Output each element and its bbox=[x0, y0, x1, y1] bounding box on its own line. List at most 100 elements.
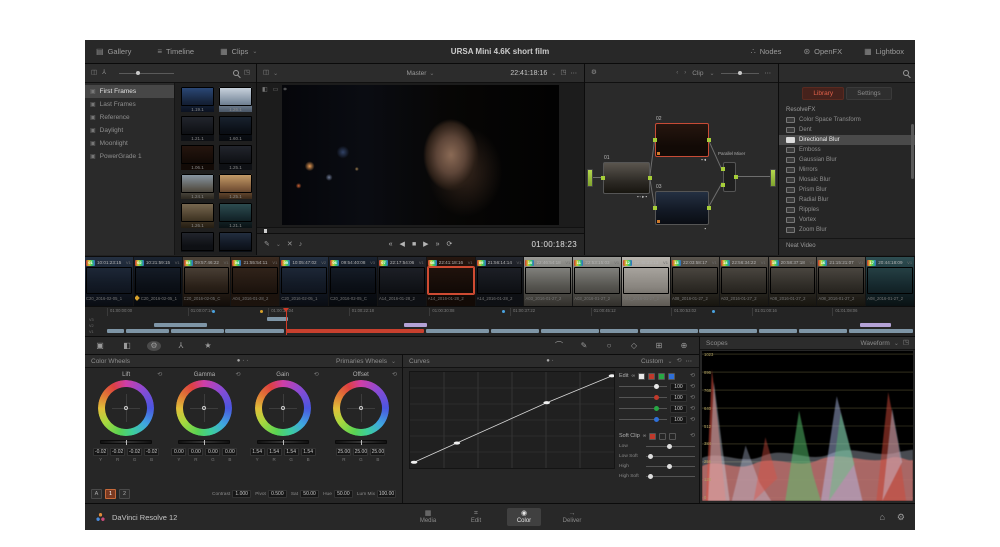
openfx-tab[interactable]: Settings bbox=[846, 87, 892, 100]
pagination-dots[interactable]: ●·· bbox=[237, 358, 251, 364]
lightbox-view-icon[interactable]: ★ bbox=[201, 342, 215, 350]
value-box[interactable]: 1.54 bbox=[284, 448, 299, 456]
openfx-item[interactable]: Mirrors bbox=[779, 165, 915, 175]
timeline-segment[interactable] bbox=[699, 329, 757, 333]
channel-slider[interactable] bbox=[619, 386, 667, 387]
still-thumbnail[interactable] bbox=[181, 116, 214, 135]
reset-icon[interactable]: ⟲ bbox=[690, 373, 695, 379]
clip-thumbnail[interactable] bbox=[232, 267, 278, 294]
timeline-segment[interactable] bbox=[426, 329, 489, 333]
reset-icon[interactable]: ⟲ bbox=[690, 395, 695, 401]
audio-mute-icon[interactable]: ♪ bbox=[299, 241, 303, 248]
clip-thumbnail[interactable] bbox=[770, 267, 816, 294]
node-output-port[interactable] bbox=[707, 206, 711, 210]
search-icon[interactable] bbox=[903, 70, 909, 76]
scrollbar[interactable] bbox=[911, 124, 914, 179]
node-input-port[interactable] bbox=[653, 206, 657, 210]
split-screen-icon[interactable]: ◧ bbox=[120, 342, 134, 350]
curve-tool-icon[interactable]: ⌒ bbox=[552, 342, 566, 350]
openfx-item[interactable]: Mosaic Blur bbox=[779, 175, 915, 185]
gallery-still[interactable]: 1.26.1 bbox=[219, 87, 252, 112]
option-box[interactable] bbox=[669, 433, 676, 440]
option-box[interactable] bbox=[659, 433, 666, 440]
openfx-item[interactable]: Directional Blur bbox=[779, 135, 915, 145]
timeline-tracks[interactable] bbox=[107, 317, 913, 335]
reset-icon[interactable]: ⟲ bbox=[392, 372, 397, 378]
timeline-segment[interactable] bbox=[640, 329, 698, 333]
softclip-slider[interactable] bbox=[646, 446, 695, 447]
still-thumbnail[interactable] bbox=[219, 203, 252, 222]
gallery-still[interactable] bbox=[181, 232, 214, 252]
clip-thumbnail[interactable] bbox=[428, 267, 474, 294]
C20_2016-02-05_1[interactable]: 05 10:05:47:02 V2 C20_2016-02-05_1 bbox=[280, 257, 329, 306]
reset-icon[interactable]: ⟲ bbox=[690, 384, 695, 390]
softclip-slider[interactable] bbox=[646, 476, 695, 477]
openfx-item[interactable]: Radial Blur bbox=[779, 195, 915, 205]
clip-thumbnail[interactable] bbox=[574, 267, 620, 294]
curve-point[interactable] bbox=[543, 401, 550, 404]
gallery-still[interactable]: 1.21.1 bbox=[181, 116, 214, 141]
gallery-still[interactable] bbox=[219, 232, 252, 252]
loop-icon[interactable]: ⟳ bbox=[446, 241, 452, 248]
wheel-control[interactable] bbox=[255, 380, 311, 436]
C20_2016-02-05_1[interactable]: 01 10:01:23:15 V1 C20_2016-02-05_1 bbox=[85, 257, 134, 306]
value-box[interactable]: 0.00 bbox=[222, 448, 237, 456]
node-output-port[interactable] bbox=[707, 138, 711, 142]
slider-handle[interactable] bbox=[648, 454, 653, 459]
clip-thumbnail[interactable] bbox=[672, 267, 718, 294]
still-thumbnail[interactable] bbox=[219, 145, 252, 164]
clip-thumbnail[interactable] bbox=[721, 267, 767, 294]
timeline-selector[interactable]: Master ⌄ bbox=[407, 70, 435, 77]
still-thumbnail[interactable] bbox=[181, 145, 214, 164]
expand-icon[interactable]: ◳ bbox=[903, 340, 909, 347]
clip-thumbnail[interactable] bbox=[281, 267, 327, 294]
project-manager-icon[interactable]: ⌂ bbox=[879, 513, 884, 522]
A08_2016-01-27_2[interactable]: 17 20:44:18:09 V1 A08_2016-01-27_2 bbox=[866, 257, 915, 306]
curves-mode-dropdown[interactable]: Custom ⌄ ⟲ ⋯ bbox=[641, 357, 693, 365]
param-value[interactable]: 1.000 bbox=[232, 490, 251, 498]
step-back-icon[interactable]: ◀ bbox=[400, 241, 405, 248]
A14_2016-01-28_2[interactable]: 09 21:56:14:14 V1 A14_2016-01-28_2 bbox=[476, 257, 525, 306]
timeline-segment[interactable] bbox=[171, 329, 224, 333]
mixer-input-port[interactable] bbox=[721, 167, 725, 171]
nodes-view-icon[interactable]: ⅄ bbox=[174, 342, 188, 350]
power-window-icon[interactable]: ○ bbox=[602, 342, 616, 350]
custom-curve[interactable] bbox=[410, 372, 614, 468]
timeline-segment[interactable] bbox=[107, 329, 124, 333]
still-thumbnail[interactable] bbox=[181, 232, 214, 251]
A14_2016-01-28_2[interactable]: 08 22:41:18:16 V1 A14_2016-01-28_2 bbox=[427, 257, 476, 306]
timeline-segment[interactable] bbox=[541, 329, 599, 333]
qualifier-icon[interactable]: ✎ bbox=[577, 342, 591, 350]
skip-start-icon[interactable]: « bbox=[389, 241, 393, 248]
timeline-segment[interactable] bbox=[491, 329, 539, 333]
skip-end-icon[interactable]: » bbox=[436, 241, 440, 248]
value-box[interactable]: -0.02 bbox=[127, 448, 142, 456]
options-menu-icon[interactable]: ⋯ bbox=[571, 69, 579, 77]
wheel-control[interactable] bbox=[333, 380, 389, 436]
bypass-icon[interactable]: ⌗ bbox=[283, 87, 286, 93]
reset-icon[interactable]: ⟲ bbox=[690, 406, 695, 412]
timeline-marker[interactable] bbox=[502, 310, 505, 313]
stop-icon[interactable]: ■ bbox=[412, 241, 416, 248]
slider-knob[interactable] bbox=[136, 71, 140, 75]
gallery-folder-item[interactable]: ▣ Moonlight bbox=[85, 137, 174, 150]
slider-handle[interactable] bbox=[654, 406, 659, 411]
grab-still-icon[interactable]: ▣ bbox=[93, 342, 107, 350]
channel-slider[interactable] bbox=[619, 419, 667, 420]
value-box[interactable]: -0.02 bbox=[93, 448, 108, 456]
annotate-pencil-icon[interactable]: ✎ bbox=[264, 241, 270, 248]
green-channel-box[interactable] bbox=[658, 373, 665, 380]
slider-handle[interactable] bbox=[667, 464, 672, 469]
page-edit[interactable]: ⌗ Edit bbox=[459, 508, 493, 526]
wheel-control[interactable] bbox=[98, 380, 154, 436]
memory-button[interactable]: A bbox=[91, 489, 102, 499]
page-media[interactable]: ▦ Media bbox=[411, 508, 445, 526]
clip-thumbnail[interactable] bbox=[477, 267, 523, 294]
param-value[interactable]: 50.00 bbox=[334, 490, 353, 498]
A03_2016-01-27_2[interactable]: 10 22:46:54:18 V1 A03_2016-01-27_2 bbox=[524, 257, 573, 306]
reset-icon[interactable]: ⟲ bbox=[235, 372, 240, 378]
project-settings-gear-icon[interactable]: ⚙ bbox=[897, 513, 905, 522]
mixer-output-port[interactable] bbox=[734, 175, 738, 179]
param-value[interactable]: 0.500 bbox=[268, 490, 287, 498]
timeline-segment[interactable] bbox=[799, 329, 847, 333]
